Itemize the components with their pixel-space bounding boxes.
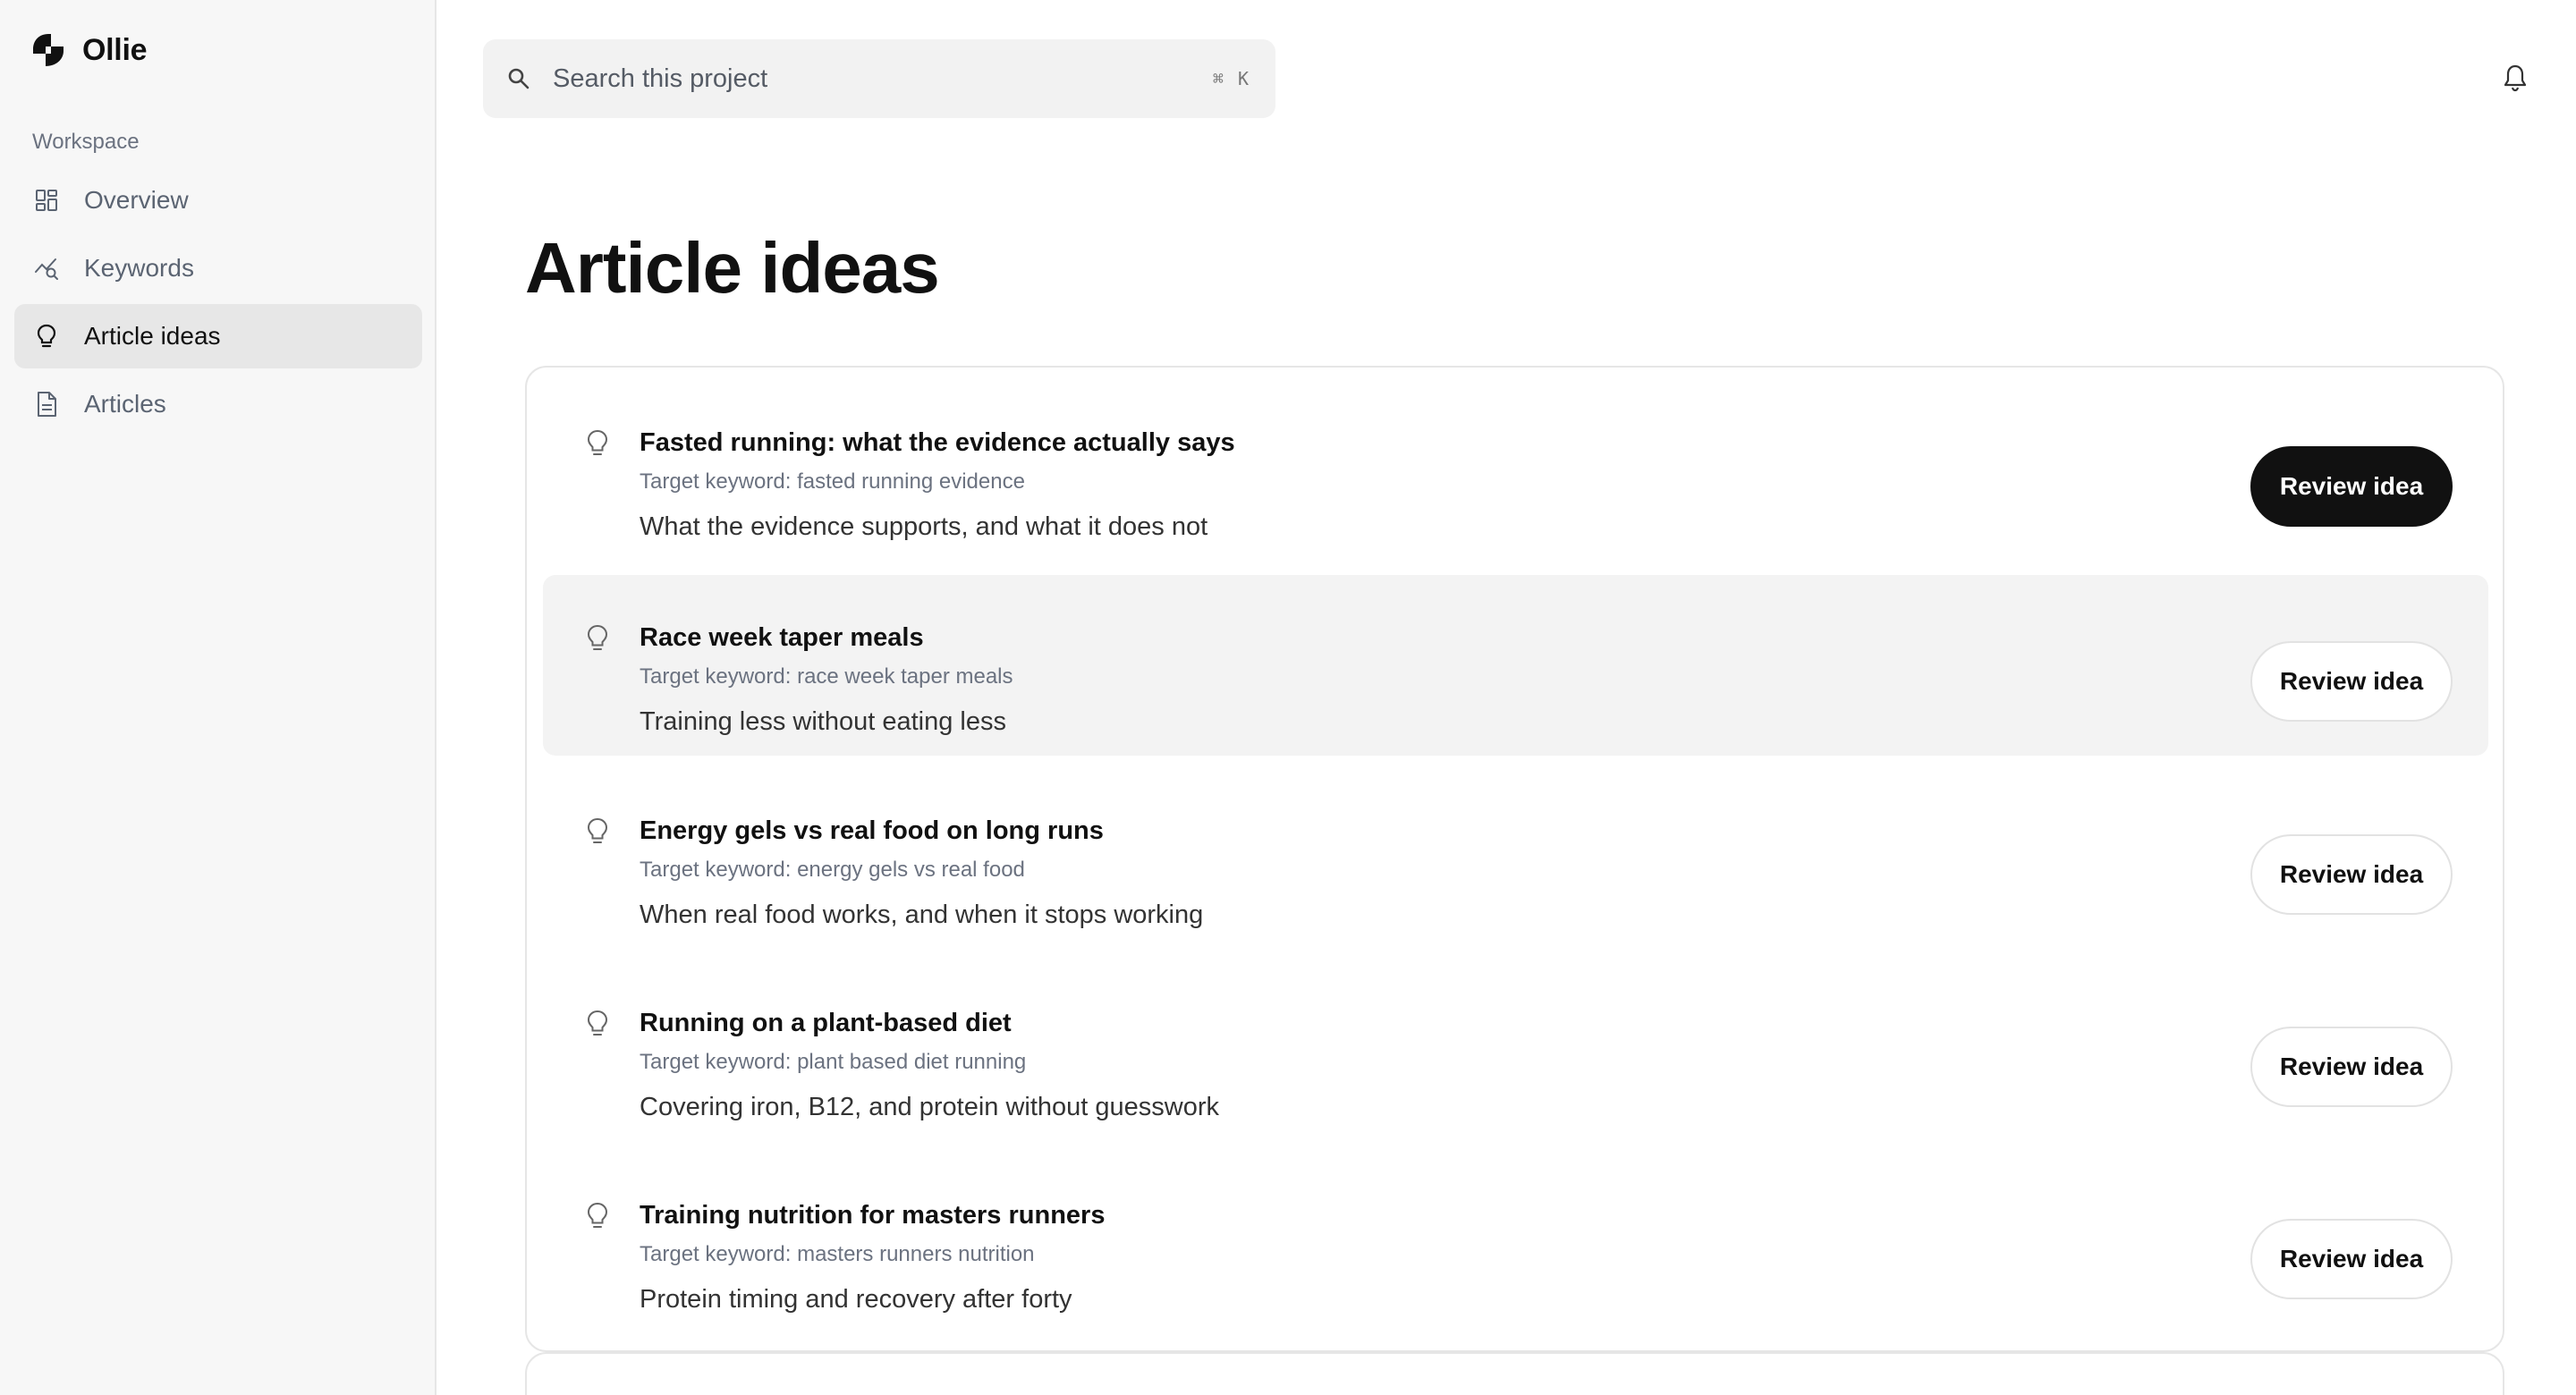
idea-keyword: Target keyword: fasted running evidence xyxy=(640,469,1025,494)
idea-title: Training nutrition for masters runners xyxy=(640,1201,1106,1230)
idea-title: Energy gels vs real food on long runs xyxy=(640,816,1104,845)
sidebar-nav: Overview Keywords Article ideas Articles xyxy=(14,168,422,440)
sidebar-item-overview[interactable]: Overview xyxy=(14,168,422,232)
sidebar-item-label: Keywords xyxy=(84,254,194,282)
sidebar: Ollie Workspace Overview Keywords Articl… xyxy=(0,0,436,1395)
review-idea-button[interactable]: Review idea xyxy=(2250,641,2453,722)
idea-description: Protein timing and recovery after forty xyxy=(640,1285,1072,1314)
sidebar-item-label: Overview xyxy=(84,186,189,214)
sidebar-section-label: Workspace xyxy=(32,130,140,154)
review-idea-button[interactable]: Review idea xyxy=(2250,446,2453,527)
sidebar-item-keywords[interactable]: Keywords xyxy=(14,236,422,300)
review-idea-button[interactable]: Review idea xyxy=(2250,1219,2453,1299)
ideas-list-next-card xyxy=(525,1352,2504,1395)
idea-keyword: Target keyword: masters runners nutritio… xyxy=(640,1242,1035,1266)
list-item[interactable]: Energy gels vs real food on long runs Ta… xyxy=(543,768,2488,949)
page-title: Article ideas xyxy=(525,228,940,308)
lightbulb-icon xyxy=(587,817,608,843)
list-item[interactable]: Fasted running: what the evidence actual… xyxy=(543,380,2488,561)
trend-search-icon xyxy=(34,256,59,281)
search-input[interactable] xyxy=(553,63,1213,94)
idea-description: Covering iron, B12, and protein without … xyxy=(640,1093,1220,1121)
search-bar[interactable]: ⌘ K xyxy=(483,39,1275,118)
idea-title: Running on a plant-based diet xyxy=(640,1009,1012,1037)
sidebar-item-articles[interactable]: Articles xyxy=(14,372,422,436)
list-item[interactable]: Running on a plant-based diet Target key… xyxy=(543,960,2488,1141)
brand-name: Ollie xyxy=(82,32,148,67)
search-icon xyxy=(508,68,530,89)
lightbulb-icon xyxy=(587,1010,608,1036)
list-item[interactable]: Training nutrition for masters runners T… xyxy=(543,1153,2488,1333)
idea-title: Fasted running: what the evidence actual… xyxy=(640,428,1235,457)
idea-keyword: Target keyword: plant based diet running xyxy=(640,1050,1027,1074)
idea-description: What the evidence supports, and what it … xyxy=(640,512,1208,541)
sidebar-item-label: Article ideas xyxy=(84,322,221,350)
idea-description: When real food works, and when it stops … xyxy=(640,900,1204,929)
bell-icon[interactable] xyxy=(2502,63,2529,92)
list-item[interactable]: Race week taper meals Target keyword: ra… xyxy=(543,575,2488,756)
lightbulb-icon xyxy=(34,324,59,349)
review-idea-button[interactable]: Review idea xyxy=(2250,834,2453,915)
lightbulb-icon xyxy=(587,429,608,455)
review-idea-button[interactable]: Review idea xyxy=(2250,1027,2453,1107)
brand[interactable]: Ollie xyxy=(30,30,148,70)
sidebar-item-article-ideas[interactable]: Article ideas xyxy=(14,304,422,368)
lightbulb-icon xyxy=(587,624,608,650)
ideas-list: Fasted running: what the evidence actual… xyxy=(525,366,2504,1352)
idea-description: Training less without eating less xyxy=(640,707,1006,736)
lightbulb-icon xyxy=(587,1202,608,1228)
idea-keyword: Target keyword: energy gels vs real food xyxy=(640,858,1025,882)
search-shortcut-hint: ⌘ K xyxy=(1212,68,1250,89)
sidebar-item-label: Articles xyxy=(84,390,166,418)
ollie-logo-icon xyxy=(33,34,64,66)
grid-icon xyxy=(34,188,59,213)
idea-keyword: Target keyword: race week taper meals xyxy=(640,664,1013,689)
document-icon xyxy=(34,392,59,417)
idea-title: Race week taper meals xyxy=(640,623,924,652)
